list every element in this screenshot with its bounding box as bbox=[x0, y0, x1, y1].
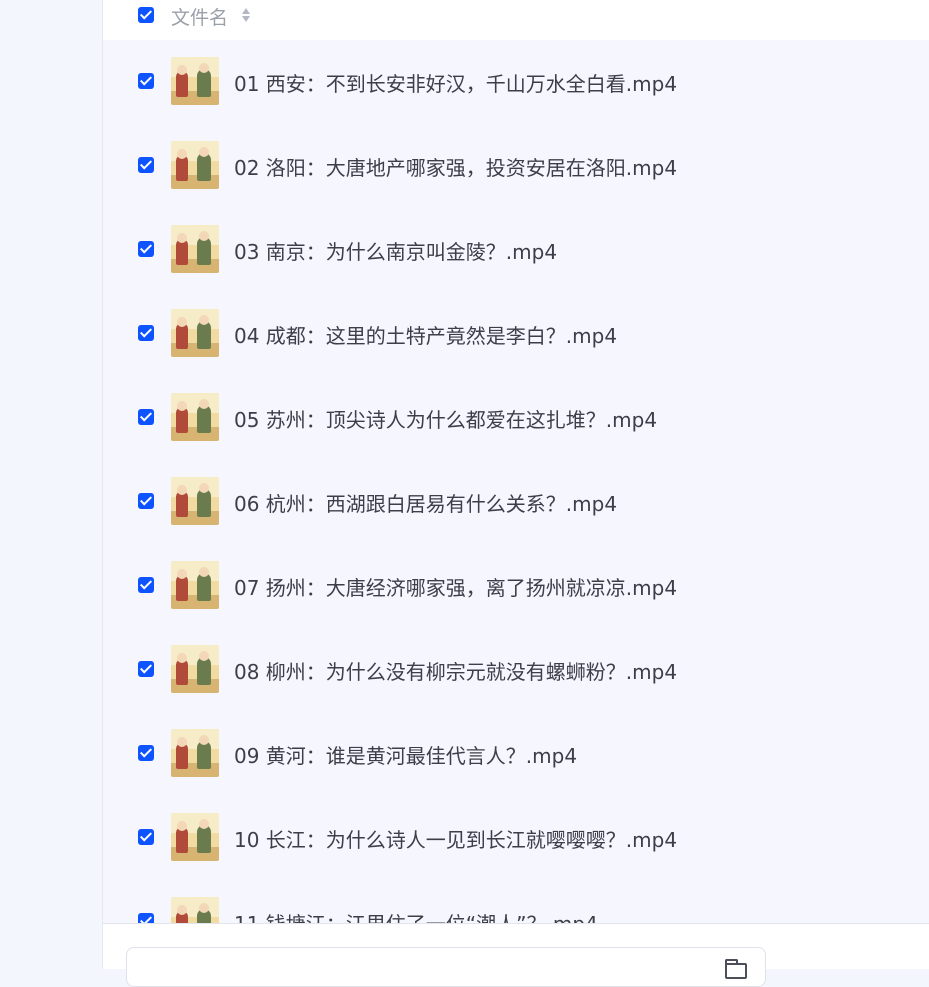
file-checkbox[interactable] bbox=[138, 913, 154, 923]
video-thumbnail bbox=[171, 477, 219, 525]
file-row[interactable]: 11 钱塘江：江里住了一位“潮人”？.mp4 bbox=[103, 880, 929, 923]
file-row[interactable]: 04 成都：这里的土特产竟然是李白？.mp4 bbox=[103, 292, 929, 376]
file-list: 01 西安：不到长安非好汉，千山万水全白看.mp4 02 洛阳：大唐地产哪家强，投… bbox=[103, 40, 929, 923]
file-name: 03 南京：为什么南京叫金陵？.mp4 bbox=[234, 240, 558, 264]
file-name: 11 钱塘江：江里住了一位“潮人”？.mp4 bbox=[234, 908, 598, 923]
file-row[interactable]: 09 黄河：谁是黄河最佳代言人？.mp4 bbox=[103, 712, 929, 796]
file-checkbox[interactable] bbox=[138, 241, 154, 257]
folder-icon[interactable] bbox=[725, 959, 747, 979]
file-name: 02 洛阳：大唐地产哪家强，投资安居在洛阳.mp4 bbox=[234, 156, 678, 180]
file-row[interactable]: 03 南京：为什么南京叫金陵？.mp4 bbox=[103, 208, 929, 292]
list-header: 文件名 bbox=[103, 0, 929, 38]
file-row[interactable]: 06 杭州：西湖跟白居易有什么关系？.mp4 bbox=[103, 460, 929, 544]
file-checkbox[interactable] bbox=[138, 157, 154, 173]
sort-icon[interactable] bbox=[241, 7, 251, 25]
file-name: 10 长江：为什么诗人一见到长江就嘤嘤嘤？.mp4 bbox=[234, 828, 678, 852]
file-row[interactable]: 02 洛阳：大唐地产哪家强，投资安居在洛阳.mp4 bbox=[103, 124, 929, 208]
file-checkbox[interactable] bbox=[138, 73, 154, 89]
video-thumbnail bbox=[171, 309, 219, 357]
file-checkbox[interactable] bbox=[138, 409, 154, 425]
video-thumbnail bbox=[171, 225, 219, 273]
file-name: 09 黄河：谁是黄河最佳代言人？.mp4 bbox=[234, 744, 578, 768]
save-path-input[interactable] bbox=[126, 947, 766, 987]
column-header-filename[interactable]: 文件名 bbox=[171, 3, 228, 30]
video-thumbnail bbox=[171, 57, 219, 105]
video-thumbnail bbox=[171, 897, 219, 923]
file-checkbox[interactable] bbox=[138, 829, 154, 845]
file-name: 04 成都：这里的土特产竟然是李白？.mp4 bbox=[234, 324, 618, 348]
video-thumbnail bbox=[171, 141, 219, 189]
video-thumbnail bbox=[171, 561, 219, 609]
file-checkbox[interactable] bbox=[138, 661, 154, 677]
file-row[interactable]: 07 扬州：大唐经济哪家强，离了扬州就凉凉.mp4 bbox=[103, 544, 929, 628]
file-name: 08 柳州：为什么没有柳宗元就没有螺蛳粉？.mp4 bbox=[234, 660, 678, 684]
video-thumbnail bbox=[171, 813, 219, 861]
file-name: 07 扬州：大唐经济哪家强，离了扬州就凉凉.mp4 bbox=[234, 576, 678, 600]
file-checkbox[interactable] bbox=[138, 745, 154, 761]
file-name: 05 苏州：顶尖诗人为什么都爱在这扎堆？.mp4 bbox=[234, 408, 658, 432]
file-checkbox[interactable] bbox=[138, 577, 154, 593]
file-row[interactable]: 01 西安：不到长安非好汉，千山万水全白看.mp4 bbox=[103, 40, 929, 124]
select-all-checkbox[interactable] bbox=[138, 7, 154, 23]
file-name: 06 杭州：西湖跟白居易有什么关系？.mp4 bbox=[234, 492, 618, 516]
file-row[interactable]: 10 长江：为什么诗人一见到长江就嘤嘤嘤？.mp4 bbox=[103, 796, 929, 880]
file-name: 01 西安：不到长安非好汉，千山万水全白看.mp4 bbox=[234, 72, 678, 96]
video-thumbnail bbox=[171, 645, 219, 693]
file-row[interactable]: 05 苏州：顶尖诗人为什么都爱在这扎堆？.mp4 bbox=[103, 376, 929, 460]
file-checkbox[interactable] bbox=[138, 493, 154, 509]
file-row[interactable]: 08 柳州：为什么没有柳宗元就没有螺蛳粉？.mp4 bbox=[103, 628, 929, 712]
file-checkbox[interactable] bbox=[138, 325, 154, 341]
video-thumbnail bbox=[171, 729, 219, 777]
save-path-bar bbox=[103, 924, 929, 987]
left-rail bbox=[0, 0, 103, 969]
file-panel: 文件名 01 西安：不到长安非好汉，千山万水全白看.mp4 02 洛阳：大唐地产哪… bbox=[103, 0, 929, 987]
video-thumbnail bbox=[171, 393, 219, 441]
